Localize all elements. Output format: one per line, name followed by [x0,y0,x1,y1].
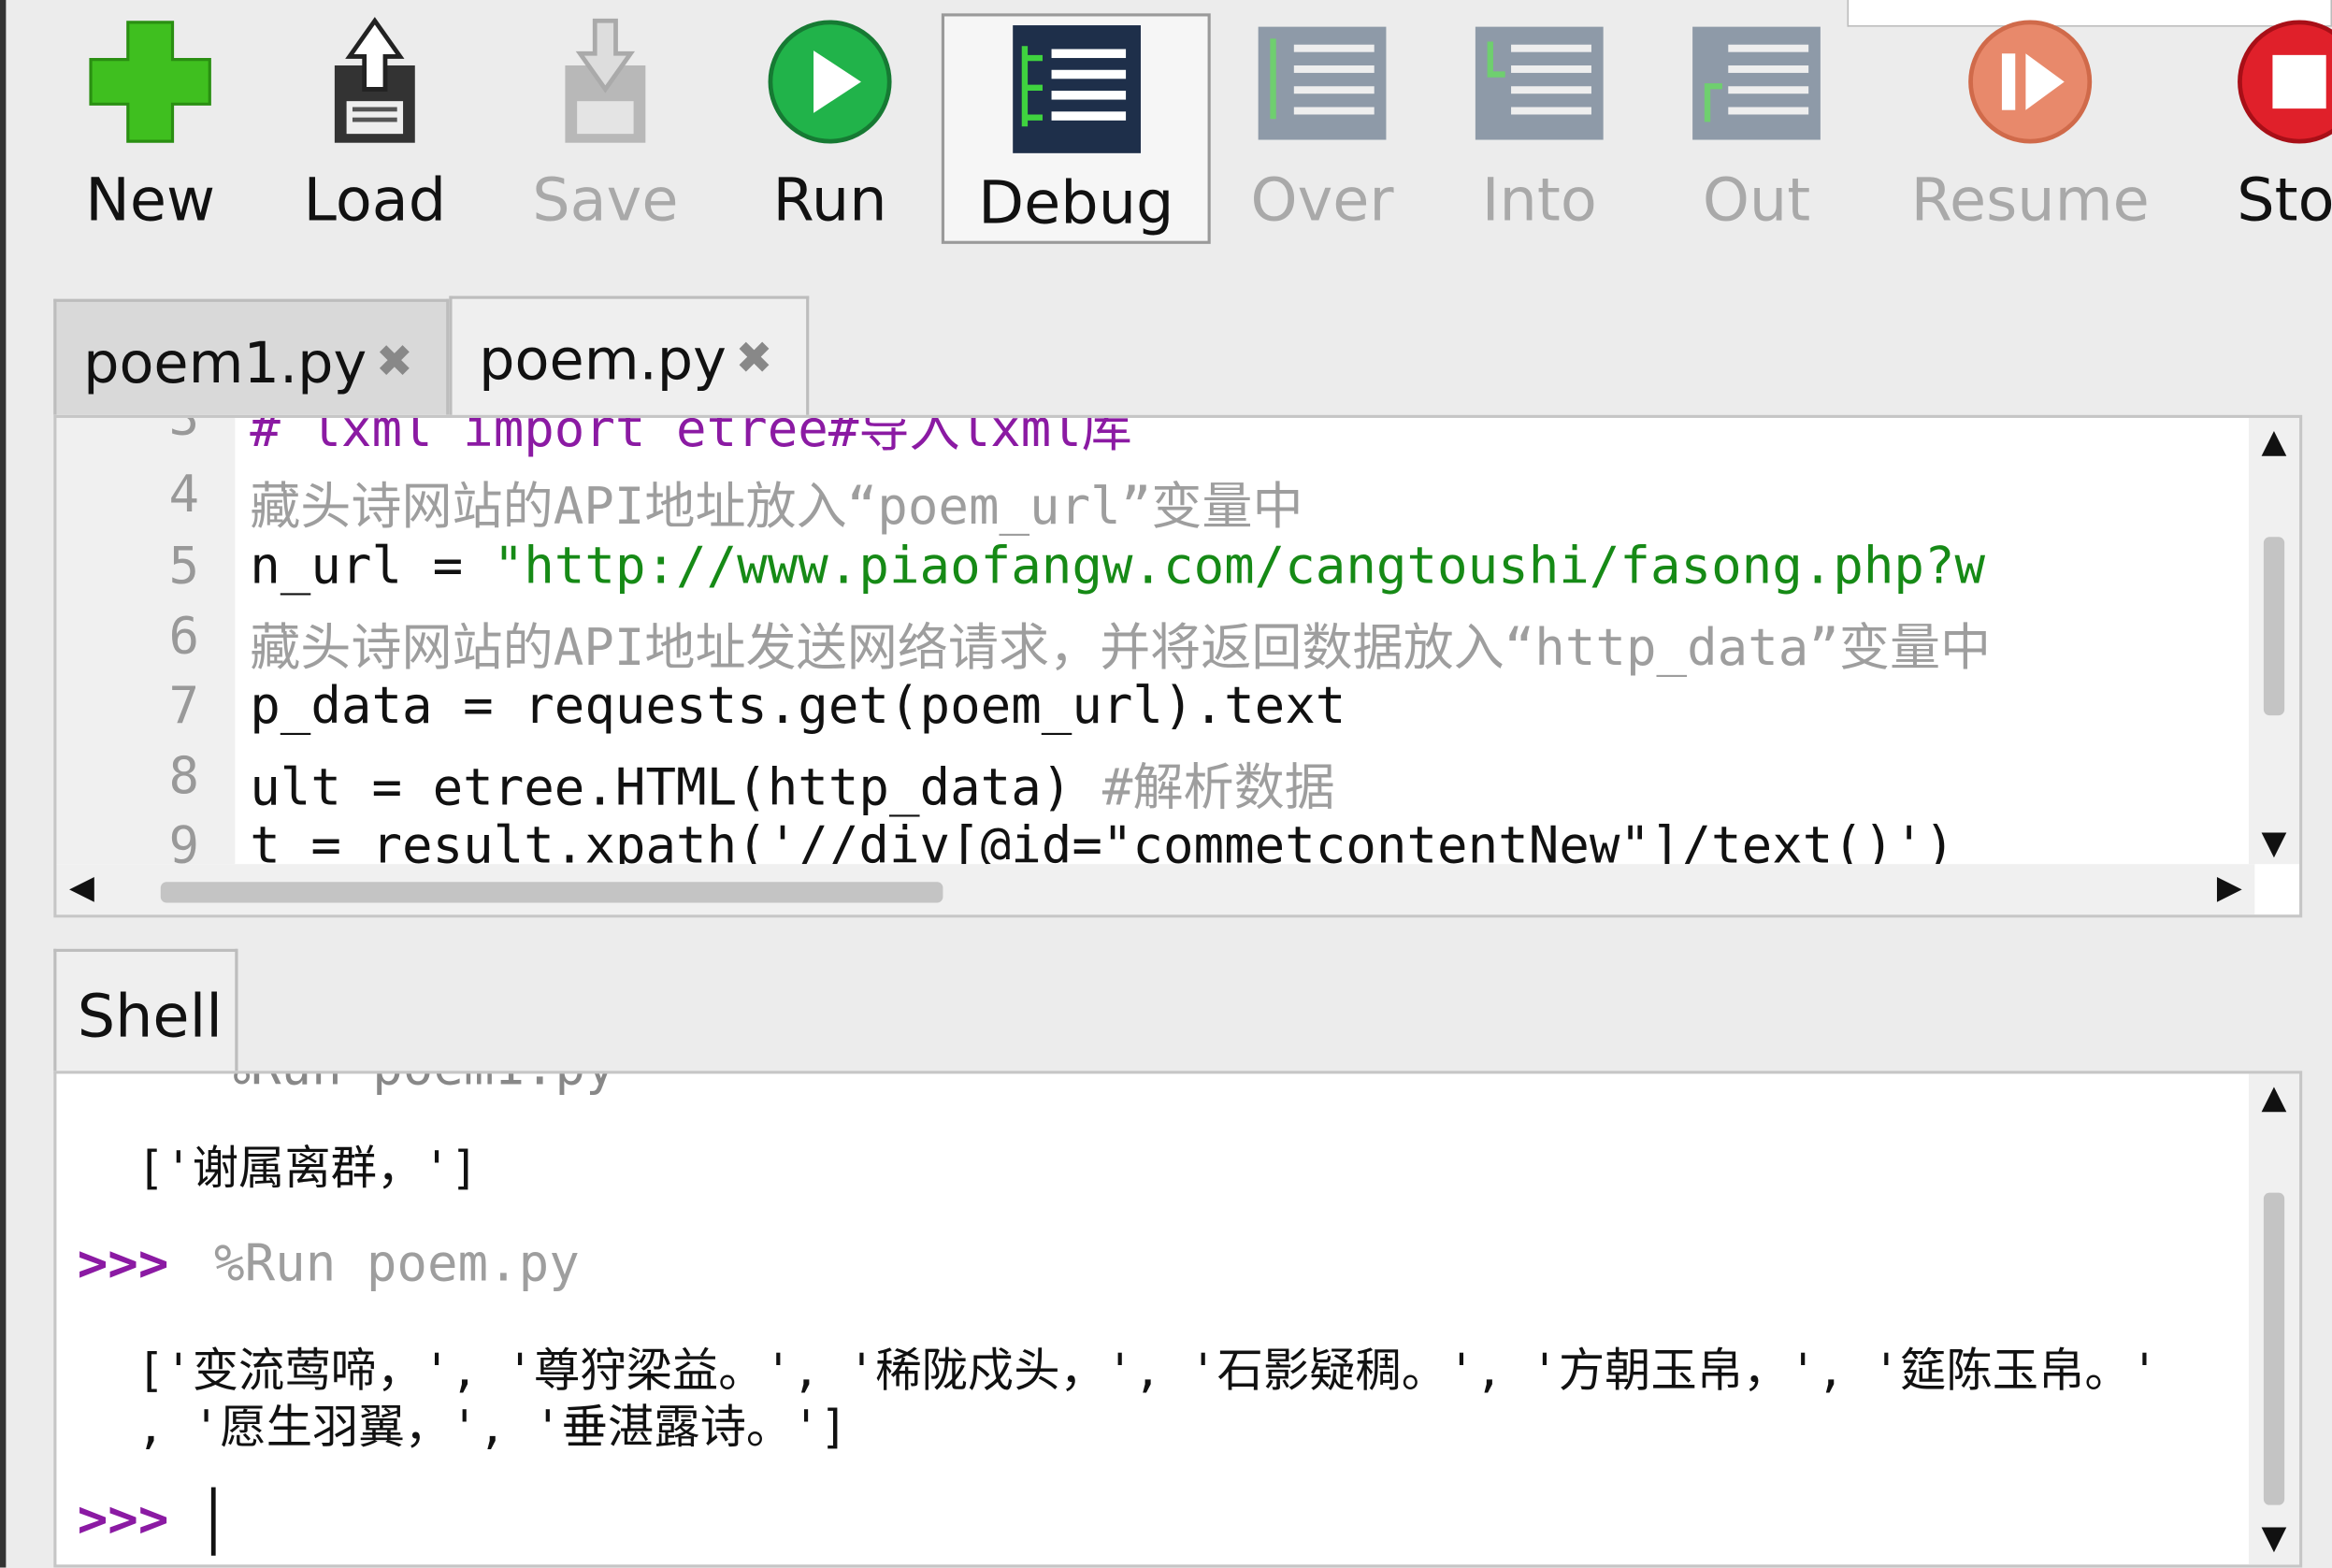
run-play-icon [768,20,892,144]
load-button[interactable]: Load [285,0,464,260]
step-out-button[interactable]: Out [1672,0,1841,260]
code-string: "http://www.piaofangw.com/cangtoushi/fas… [493,537,1986,597]
editor-vertical-scrollbar[interactable]: ▲ ▼ [2248,417,2300,865]
code-token: n_url = [250,537,494,597]
scroll-down-arrow-icon[interactable]: ▼ [2249,819,2299,870]
load-label: Load [303,166,447,236]
thonny-window: New Load Save Run Debug Over Into Out Re… [0,0,2332,1568]
out-label: Out [1702,166,1811,236]
over-label: Over [1250,166,1394,236]
code-line: # lxml import etree#导入lxml库 [250,417,1132,460]
scroll-down-arrow-icon[interactable]: ▼ [2249,1514,2299,1564]
scroll-thumb[interactable] [160,882,943,903]
close-icon[interactable]: ✖ [376,336,413,388]
shell-prompt: >>> [77,1234,169,1294]
code-editor[interactable]: 3 4 5 6 7 8 9 # lxml import etree#导入lxml… [53,414,2303,918]
save-label: Save [532,166,679,236]
resume-icon [1968,20,2093,144]
run-label: Run [772,166,887,236]
step-out-icon [1692,26,1821,140]
text-cursor [210,1487,216,1556]
debug-label: Debug [978,169,1174,238]
line-number: 6 [168,606,200,667]
step-into-icon [1475,26,1604,140]
tab-poem1[interactable]: poem1.py ✖ [53,298,450,415]
new-label: New [85,166,216,236]
code-line: t = result.xpath('//div[@id="commetconte… [250,816,1955,865]
scroll-up-arrow-icon[interactable]: ▲ [2249,1073,2299,1124]
tab-poem-label: poem.py [479,326,727,393]
new-button[interactable]: New [60,0,241,260]
shell-vertical-scrollbar[interactable]: ▲ ▼ [2248,1073,2300,1565]
code-line: ult = etree.HTML(http_data) #解析数据 [250,746,1335,819]
shell-command: %Run poem.py [214,1234,580,1294]
save-button[interactable]: Save [514,0,696,260]
close-icon[interactable]: ✖ [736,333,773,385]
tab-shell[interactable]: Shell [53,948,238,1074]
load-floppy-icon [334,17,415,143]
scroll-thumb[interactable] [2263,1192,2285,1505]
shell-output: ['谢属离群，'] [137,1142,479,1196]
shell-partial-line: %Run poem1.py [220,1073,615,1097]
shell-prompt: >>> [77,1489,169,1550]
scroll-left-arrow-icon[interactable]: ◀ [56,864,107,914]
line-number: 4 [168,465,200,525]
code-line: p_data = requests.get(poem_url).text [250,676,1346,737]
stop-icon [2238,20,2332,144]
code-line: n_url = "http://www.piaofangw.com/cangto… [250,537,1985,597]
shell-tab-label: Shell [77,983,223,1052]
step-into-button[interactable]: Into [1455,0,1624,260]
debug-icon [1012,25,1141,153]
line-number: 3 [168,414,200,448]
shell-output: , '愿生羽翼，', '垂湛露诗。'] [137,1401,848,1455]
line-number: 8 [168,746,200,807]
line-number: 5 [168,537,200,597]
resume-button[interactable]: Resume [1904,0,2156,260]
code-token: ult = etree.HTML(http_data) [250,758,1102,818]
line-number-gutter: 3 4 5 6 7 8 9 [56,414,236,876]
code-comment: #解析数据 [1101,758,1335,818]
stop-button[interactable]: Sto [2213,0,2332,260]
editor-horizontal-scrollbar[interactable]: ◀ ▶ [56,864,2255,915]
into-label: Into [1481,166,1597,236]
line-number: 7 [168,676,200,737]
step-over-button[interactable]: Over [1234,0,1410,260]
scroll-up-arrow-icon[interactable]: ▲ [2249,418,2299,468]
scroll-thumb[interactable] [2263,537,2285,716]
tab-poem1-label: poem1.py [83,330,367,396]
code-line: 藏头诗网站的API地址放入“poem_url”变量中 [250,477,1303,538]
tab-poem[interactable]: poem.py ✖ [449,295,810,418]
run-button[interactable]: Run [741,0,919,260]
step-over-icon [1258,26,1387,140]
plus-icon [89,21,211,143]
window-left-edge [0,0,7,1568]
save-floppy-icon [565,18,646,143]
stop-label: Sto [2237,166,2332,236]
shell-console[interactable]: %Run poem1.py ['谢属离群，'] >>> %Run poem.py… [53,1071,2303,1568]
debug-button[interactable]: Debug [941,13,1211,244]
code-text-area[interactable]: # lxml import etree#导入lxml库 藏头诗网站的API地址放… [250,418,2242,864]
scroll-right-arrow-icon[interactable]: ▶ [2204,864,2254,914]
code-line: 藏头诗网站的API地址发送网络请求，并将返回数据放入“http_data”变量中 [250,618,1992,679]
resume-label: Resume [1910,166,2150,236]
